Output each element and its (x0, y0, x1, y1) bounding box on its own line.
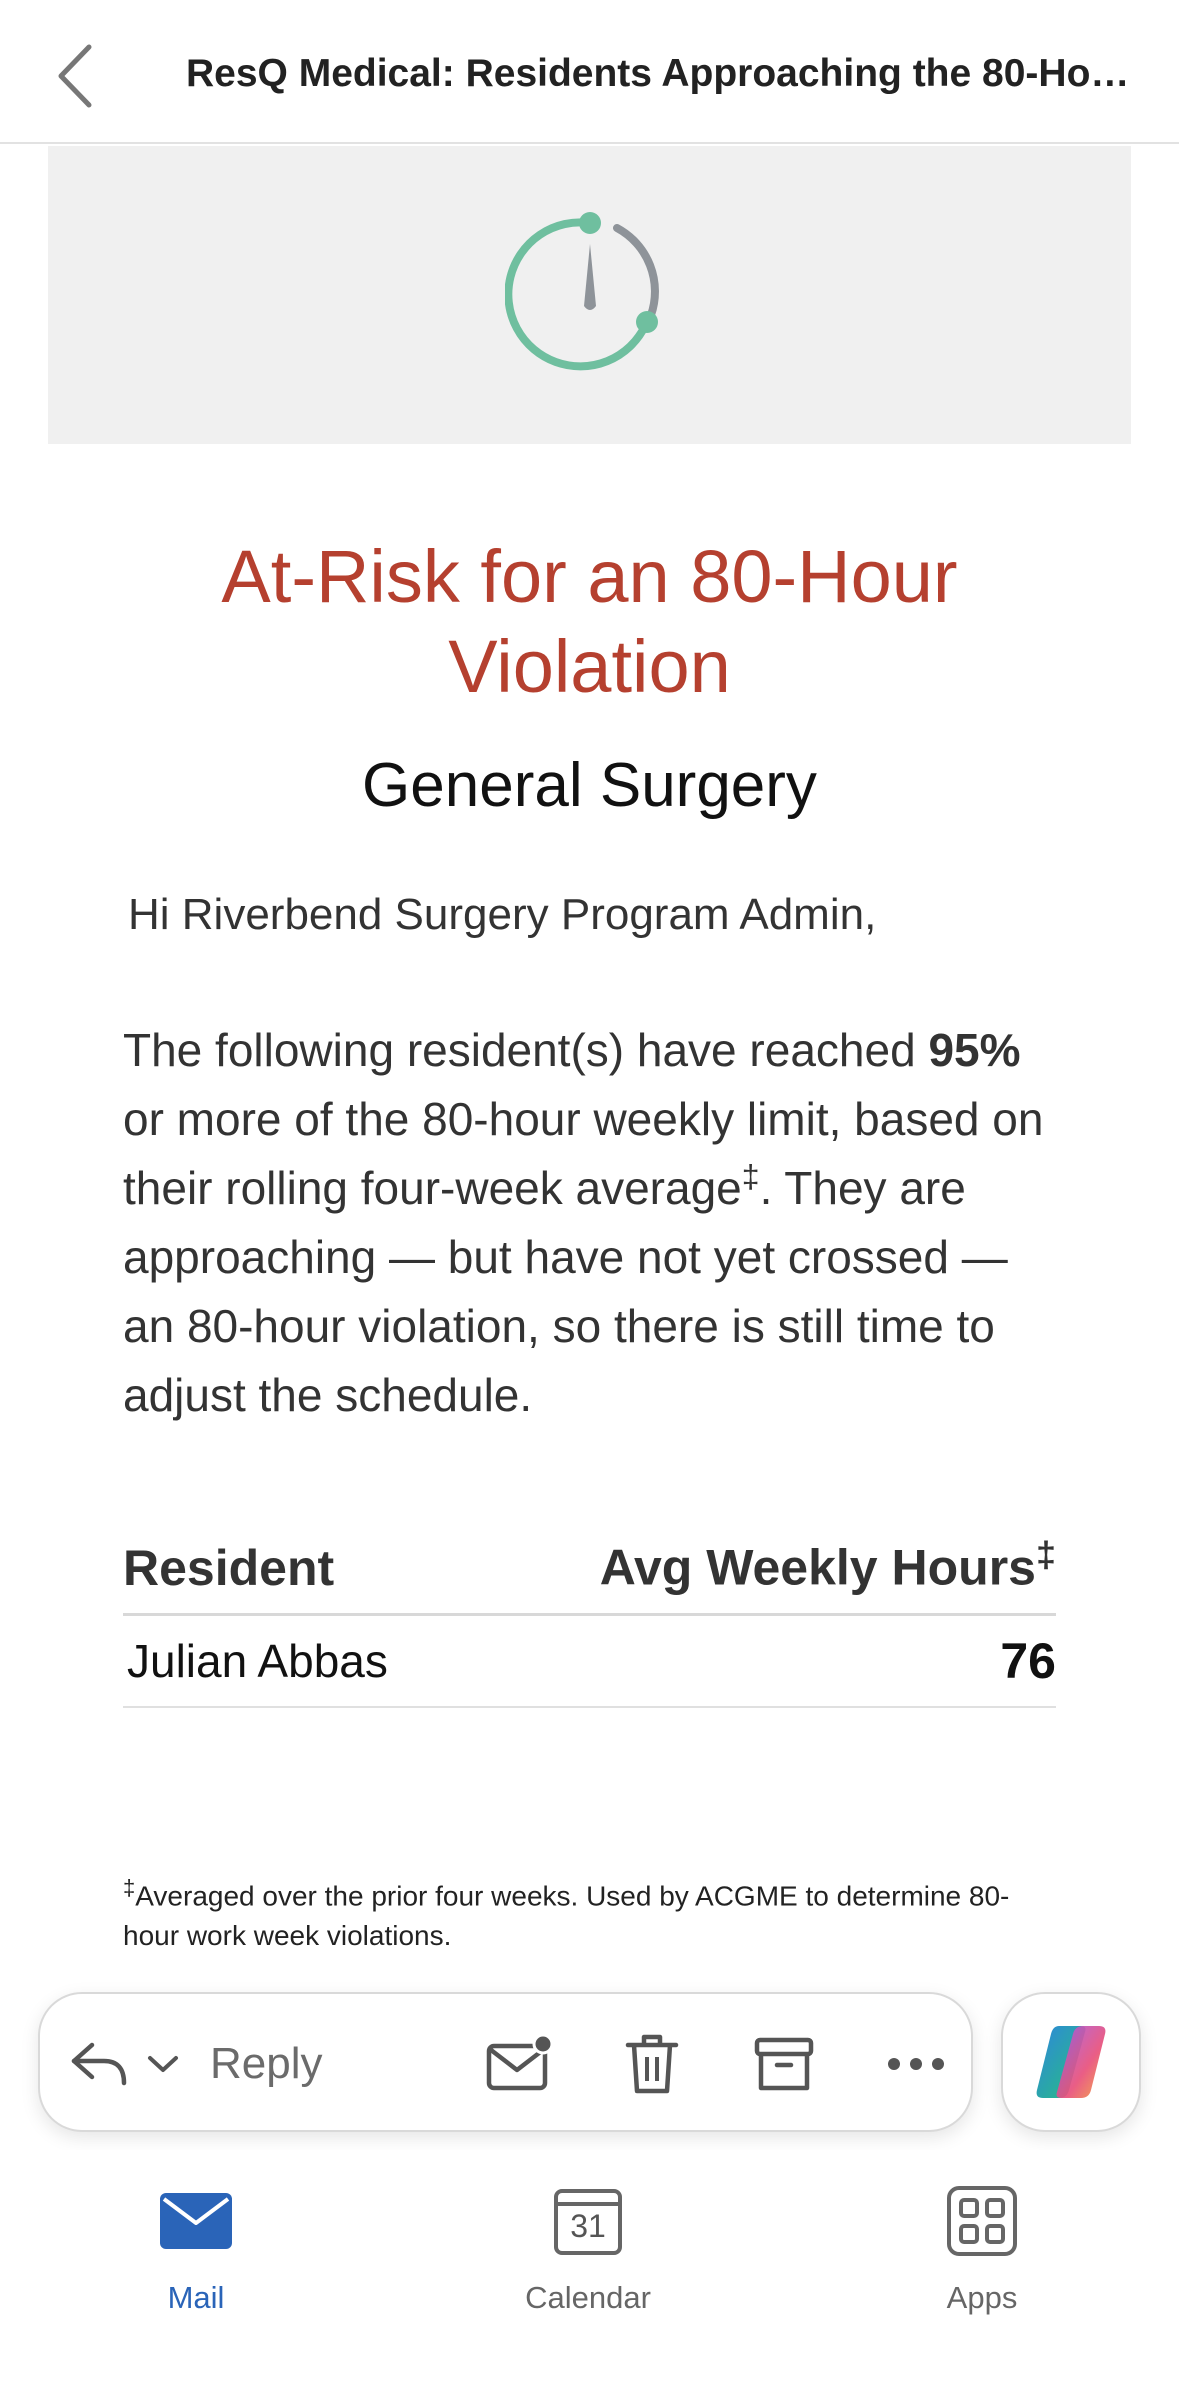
mark-unread-button[interactable] (480, 2024, 560, 2104)
tab-bar: Mail 31 Calendar Apps (0, 2150, 1179, 2406)
table-row: Julian Abbas 76 (123, 1616, 1056, 1708)
table-header: Resident Avg Weekly Hours‡ (123, 1522, 1056, 1616)
reply-button[interactable]: Reply (70, 2022, 323, 2106)
email-subject: ResQ Medical: Residents Approaching the … (186, 52, 1136, 95)
delete-button[interactable] (612, 2024, 692, 2104)
tab-calendar-label: Calendar (525, 2280, 651, 2315)
apps-grid-icon (947, 2186, 1017, 2256)
back-button[interactable] (40, 36, 110, 116)
resident-name: Julian Abbas (127, 1635, 388, 1687)
greeting-text: Hi Riverbend Surgery Program Admin, (128, 890, 877, 939)
action-bar: Reply (38, 1992, 973, 2132)
copilot-button[interactable] (1001, 1992, 1141, 2132)
mail-unread-icon (486, 2034, 554, 2091)
resident-hours: 76 (1000, 1633, 1056, 1689)
email-banner (48, 146, 1131, 444)
chevron-left-icon (58, 44, 92, 108)
tab-calendar[interactable]: 31 Calendar (468, 2176, 708, 2336)
trash-icon (625, 2034, 679, 2094)
tab-mail[interactable]: Mail (76, 2176, 316, 2336)
column-resident: Resident (123, 1540, 335, 1596)
alert-title: At-Risk for an 80-Hour Violation (221, 535, 958, 708)
body-paragraph: The following resident(s) have reached 9… (123, 1024, 1044, 1421)
reply-label: Reply (210, 2039, 323, 2088)
more-button[interactable] (876, 2024, 956, 2104)
archive-icon (754, 2037, 814, 2091)
column-hours: Avg Weekly Hours‡ (599, 1534, 1056, 1596)
mail-icon (160, 2193, 232, 2249)
more-icon (888, 2058, 944, 2070)
reply-icon (71, 2042, 127, 2086)
department-heading: General Surgery (362, 751, 817, 820)
tab-apps-label: Apps (946, 2280, 1018, 2315)
residents-table: Resident Avg Weekly Hours‡ Julian Abbas … (123, 1522, 1056, 1708)
calendar-day: 31 (570, 2208, 606, 2244)
footnote: ‡Averaged over the prior four weeks. Use… (123, 1875, 1010, 1952)
chevron-down-icon[interactable] (146, 2052, 180, 2076)
tab-apps[interactable]: Apps (862, 2176, 1102, 2336)
threshold-value: 95% (928, 1024, 1021, 1076)
archive-button[interactable] (744, 2024, 824, 2104)
tab-mail-label: Mail (167, 2280, 225, 2315)
gauge-icon (504, 212, 659, 371)
copilot-icon (1036, 2026, 1106, 2098)
email-header: ResQ Medical: Residents Approaching the … (0, 0, 1179, 144)
dagger-mark: ‡ (741, 1158, 760, 1195)
